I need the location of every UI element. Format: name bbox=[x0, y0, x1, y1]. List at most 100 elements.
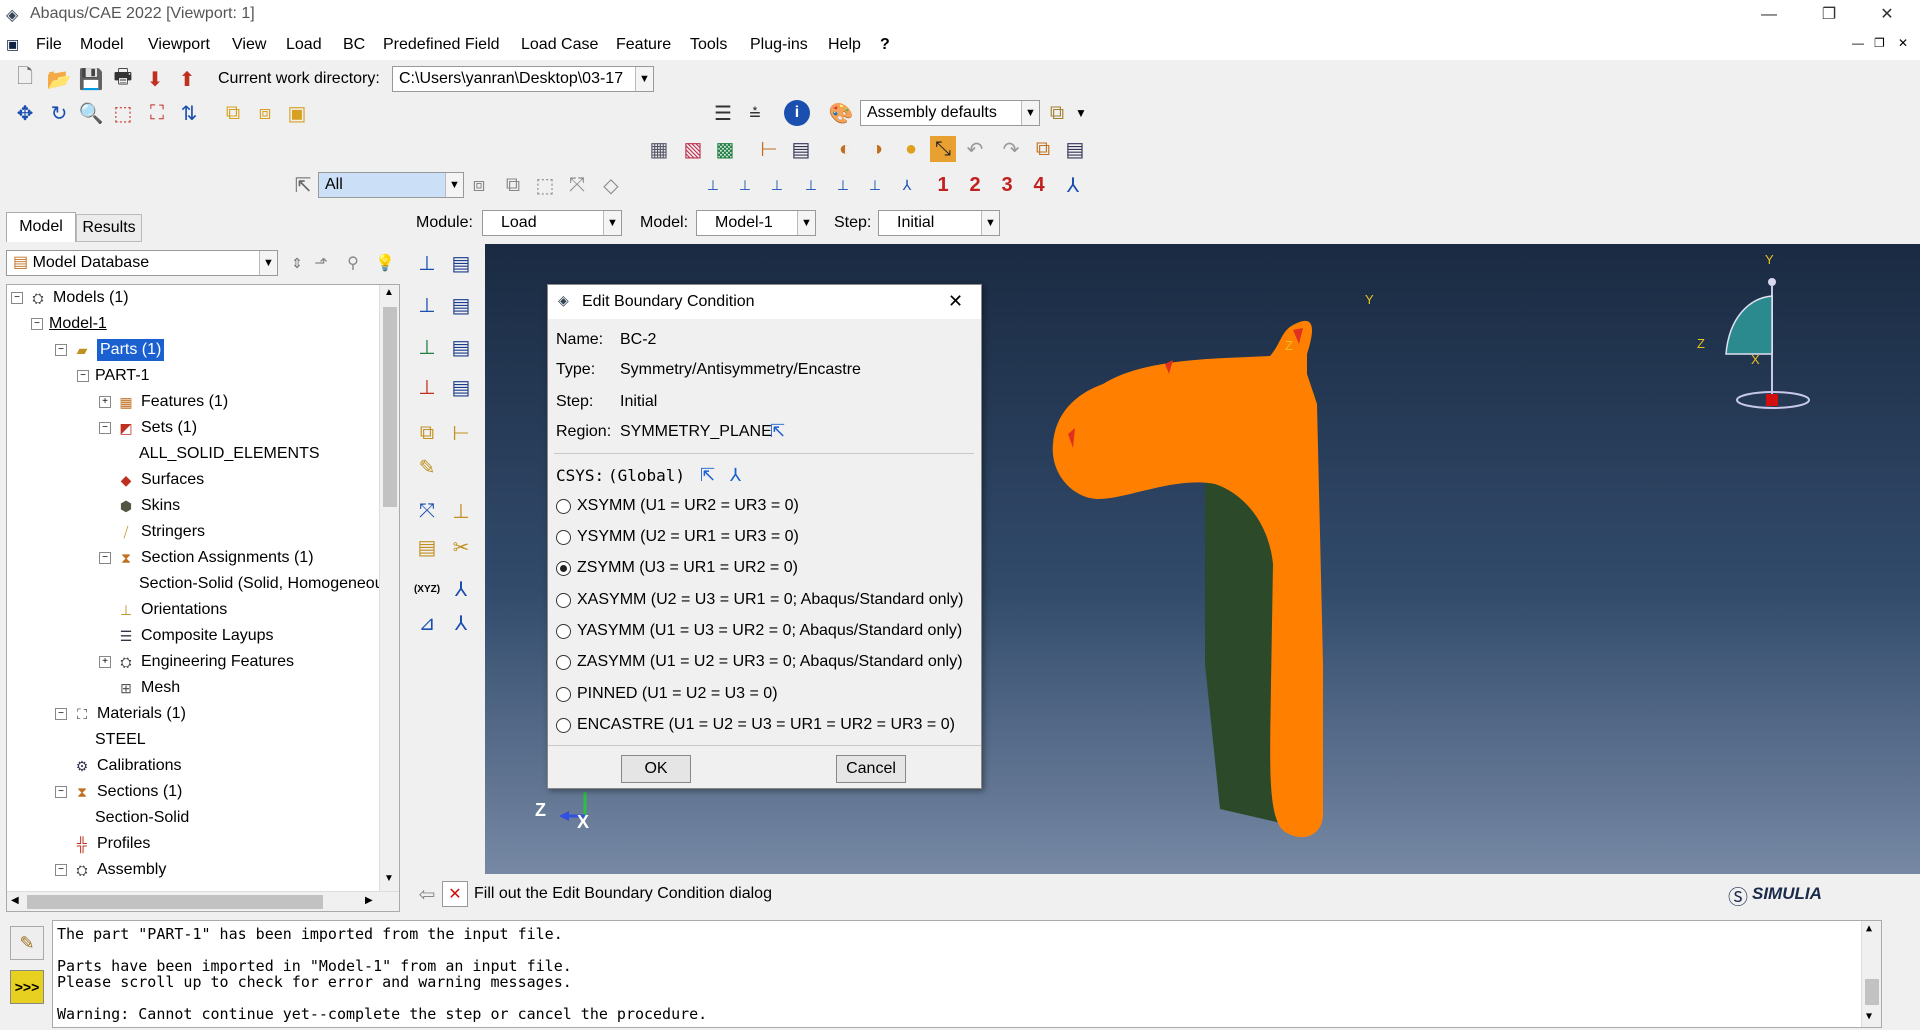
tree-row-assembly[interactable]: − ⛭ Assembly bbox=[55, 857, 166, 883]
create-amplitude-icon[interactable]: ⧉ bbox=[414, 420, 440, 446]
tree-row-calibrations[interactable]: ⚙ Calibrations bbox=[73, 753, 182, 779]
selection-filter-combo[interactable]: All ▼ bbox=[318, 172, 464, 198]
command-line-icon[interactable]: >>> bbox=[10, 970, 44, 1004]
workdir-combo[interactable]: C:\Users\yanran\Desktop\03-17 ▼ bbox=[392, 66, 654, 92]
zoom-icon[interactable]: 🔍 bbox=[78, 100, 104, 126]
tab-model[interactable]: Model bbox=[6, 212, 76, 242]
model-tree[interactable]: − ⛭ Models (1) − Model-1 − ▰ Parts (1) − PART-… bbox=[6, 284, 400, 912]
tab-results[interactable]: Results bbox=[76, 214, 142, 242]
tree-vscrollbar[interactable]: ▲ ▼ bbox=[379, 285, 399, 891]
bc-manager-icon[interactable]: ▤ bbox=[448, 292, 474, 318]
close-icon[interactable]: ✕ bbox=[1864, 2, 1910, 28]
mdi-restore-icon[interactable]: ❐ bbox=[1874, 36, 1885, 50]
union-icon[interactable]: ◐ bbox=[832, 136, 858, 162]
save-icon[interactable]: 💾 bbox=[78, 66, 104, 92]
step-combo[interactable]: Initial ▼ bbox=[878, 210, 1000, 236]
mdi-minimize-icon[interactable]: — bbox=[1852, 36, 1864, 50]
scroll-up-icon[interactable]: ▲ bbox=[384, 287, 394, 298]
load-case-manager-icon[interactable]: ▤ bbox=[448, 374, 474, 400]
hidden-line-icon[interactable]: ▩ bbox=[712, 136, 738, 162]
radio-button[interactable] bbox=[556, 654, 571, 670]
radio-button[interactable] bbox=[556, 592, 571, 608]
collapse-icon[interactable]: − bbox=[31, 318, 43, 330]
csys-create-icon[interactable]: ⅄ bbox=[730, 465, 741, 486]
tree-row-all-solid-elements[interactable]: ALL_SOLID_ELEMENTS bbox=[139, 441, 320, 467]
folder-up-icon[interactable]: ⬏ bbox=[308, 250, 334, 276]
drag-shape-icon[interactable]: ◇ bbox=[598, 172, 624, 198]
menu-model[interactable]: Model bbox=[80, 36, 124, 54]
datum-icon[interactable]: ⊥ bbox=[448, 498, 474, 524]
tree-row-section-solid[interactable]: Section-Solid bbox=[95, 805, 189, 831]
tree-row-composite-layups[interactable]: ☰ Composite Layups bbox=[117, 623, 274, 649]
radio-button[interactable] bbox=[556, 498, 571, 514]
csys-icon[interactable]: ⅄ bbox=[448, 576, 474, 602]
tree-row-section-assignments[interactable]: − ⧗ Section Assignments (1) bbox=[99, 545, 314, 571]
collapse-icon[interactable]: − bbox=[55, 864, 67, 876]
csys-select-icon[interactable]: ⇱ bbox=[700, 465, 715, 486]
menu-load[interactable]: Load bbox=[286, 36, 322, 54]
create-load-icon[interactable]: ⊥ bbox=[414, 250, 440, 276]
analytical-field-icon[interactable]: ✎ bbox=[414, 454, 440, 480]
tree-row-features[interactable]: + ▦ Features (1) bbox=[99, 389, 228, 415]
lightbulb-icon[interactable]: 💡 bbox=[372, 250, 398, 276]
tree-row-parts[interactable]: − ▰ Parts (1) bbox=[55, 337, 165, 363]
collapse-icon[interactable]: − bbox=[99, 422, 111, 434]
option-zsymm[interactable]: ZSYMM (U3 = UR1 = UR2 = 0) bbox=[556, 557, 798, 579]
option-xsymm[interactable]: XSYMM (U1 = UR2 = UR3 = 0) bbox=[556, 495, 799, 517]
option-pinned[interactable]: PINNED (U1 = U2 = U3 = 0) bbox=[556, 683, 778, 705]
minimize-icon[interactable]: — bbox=[1746, 2, 1792, 28]
dropdown-arrow-icon[interactable]: ▼ bbox=[1068, 100, 1094, 126]
menu-viewport[interactable]: Viewport bbox=[148, 36, 210, 54]
radio-button[interactable] bbox=[556, 623, 571, 639]
view-zy-icon[interactable]: ⊥ bbox=[830, 172, 856, 198]
expand-icon[interactable]: + bbox=[99, 396, 111, 408]
tree-row-models[interactable]: − ⛭ Models (1) bbox=[11, 285, 129, 311]
menu-help[interactable]: Help bbox=[828, 36, 861, 54]
filter-icon[interactable]: ⚲ bbox=[340, 250, 366, 276]
cancel-procedure-icon[interactable]: ✕ bbox=[442, 881, 468, 907]
model-combo[interactable]: Model-1 ▼ bbox=[696, 210, 816, 236]
create-field-icon[interactable]: ⊥ bbox=[414, 334, 440, 360]
query-icon[interactable]: ⩮ bbox=[742, 100, 768, 126]
collapse-icon[interactable]: − bbox=[55, 786, 67, 798]
radio-button[interactable] bbox=[556, 529, 571, 545]
view-xz-icon[interactable]: ⊥ bbox=[862, 172, 888, 198]
restore-icon[interactable]: ❐ bbox=[1806, 2, 1852, 28]
part-model[interactable] bbox=[1052, 320, 1323, 838]
collapse-icon[interactable]: − bbox=[77, 370, 89, 382]
view-yx-icon[interactable]: ⊥ bbox=[798, 172, 824, 198]
import-icon[interactable]: ⬇ bbox=[142, 66, 168, 92]
info-icon[interactable]: i bbox=[784, 100, 810, 126]
scroll-left-icon[interactable]: ◀ bbox=[11, 895, 19, 906]
view-zx-icon[interactable]: ⊥ bbox=[764, 172, 790, 198]
collapse-icon[interactable]: − bbox=[99, 552, 111, 564]
region-select-icon[interactable]: ⇱ bbox=[770, 421, 785, 442]
option-zasymm[interactable]: ZASYMM (U1 = U2 = UR3 = 0; Abaqus/Standa… bbox=[556, 651, 963, 673]
tree-row-part-1[interactable]: − PART-1 bbox=[77, 363, 150, 389]
menu-load-case[interactable]: Load Case bbox=[521, 36, 598, 54]
wireframe-icon[interactable]: ▧ bbox=[680, 136, 706, 162]
tree-row-sections[interactable]: − ⧗ Sections (1) bbox=[55, 779, 182, 805]
message-vscrollbar[interactable]: ▲ ▼ bbox=[1861, 921, 1881, 1027]
scroll-thumb[interactable] bbox=[383, 307, 397, 507]
triad-icon[interactable]: ⅄ bbox=[894, 172, 920, 198]
doc-icon[interactable]: ▣ bbox=[6, 36, 19, 53]
scroll-right-icon[interactable]: ▶ bbox=[365, 895, 373, 906]
tree-row-profiles[interactable]: ╬ Profiles bbox=[73, 831, 150, 857]
menu-predefined-field[interactable]: Predefined Field bbox=[383, 36, 500, 54]
create-load-case-icon[interactable]: ⊥ bbox=[414, 374, 440, 400]
redo-icon[interactable]: ↷ bbox=[998, 136, 1024, 162]
ok-button[interactable]: OK bbox=[621, 755, 691, 783]
tree-row-sets[interactable]: − ◩ Sets (1) bbox=[99, 415, 197, 441]
create-display-group-icon[interactable]: ⊢ bbox=[756, 136, 782, 162]
collapse-icon[interactable]: − bbox=[55, 344, 67, 356]
option-yasymm[interactable]: YASYMM (U1 = U3 = UR2 = 0; Abaqus/Standa… bbox=[556, 620, 962, 642]
cycle-views-icon[interactable]: ⇅ bbox=[176, 100, 202, 126]
radio-button[interactable] bbox=[556, 717, 571, 733]
display-group-icon[interactable]: ⧉ bbox=[1044, 100, 1070, 126]
export-icon[interactable]: ⬆ bbox=[174, 66, 200, 92]
render-shaded-icon[interactable]: ▣ bbox=[284, 100, 310, 126]
remove-icon[interactable]: ⤡ bbox=[930, 136, 956, 162]
expand-icon[interactable]: + bbox=[99, 656, 111, 668]
print-icon[interactable]: 🖶 bbox=[110, 66, 136, 92]
